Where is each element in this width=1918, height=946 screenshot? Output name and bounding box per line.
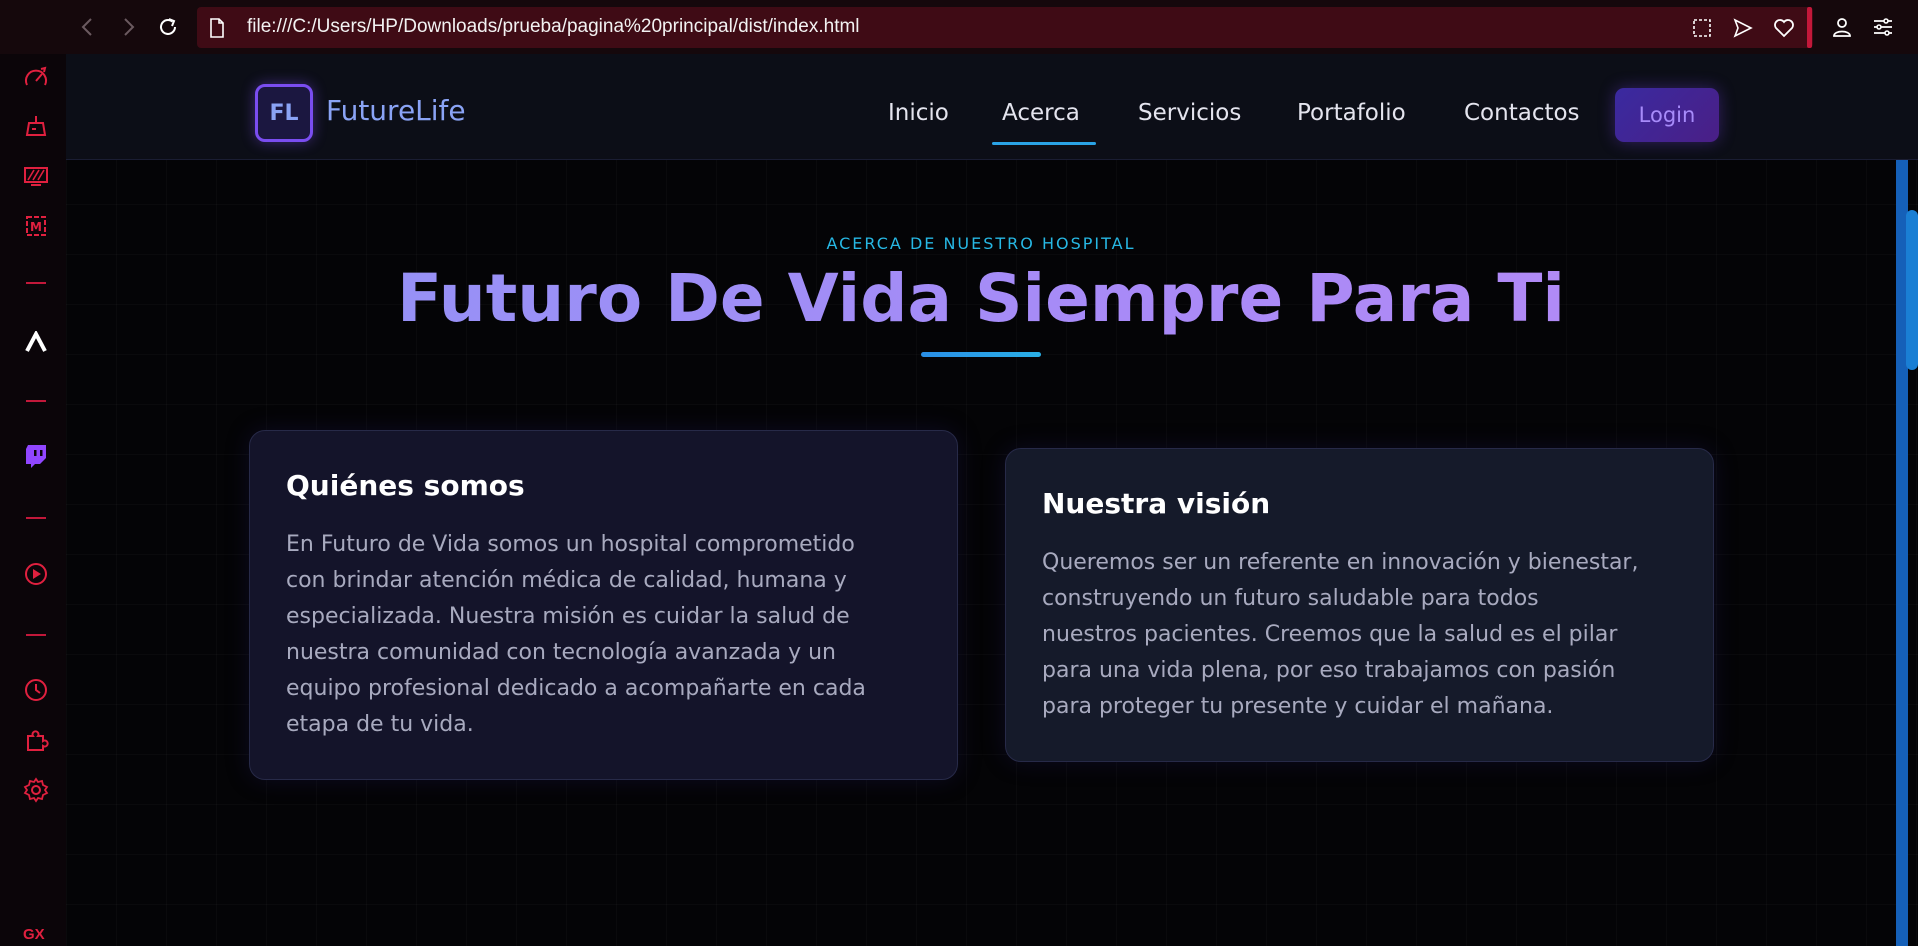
extensions-icon[interactable] bbox=[22, 726, 50, 754]
browser-toolbar: file:///C:/Users/HP/Downloads/prueba/pag… bbox=[0, 0, 1918, 54]
scrollbar-thumb[interactable] bbox=[1906, 210, 1918, 370]
nav-portafolio[interactable]: Portafolio bbox=[1297, 100, 1406, 126]
section-eyebrow: ACERCA DE NUESTRO HOSPITAL bbox=[826, 234, 1136, 253]
send-icon[interactable] bbox=[1732, 17, 1754, 39]
about-card: Quiénes somos En Futuro de Vida somos un… bbox=[249, 430, 958, 780]
page-viewport: FL FutureLife Inicio Acerca Servicios Po… bbox=[66, 54, 1918, 946]
inverted-v-app-icon[interactable] bbox=[22, 328, 50, 356]
logo-initials: FL bbox=[269, 100, 299, 126]
logo-name[interactable]: FutureLife bbox=[326, 94, 466, 127]
heart-icon[interactable] bbox=[1773, 17, 1795, 39]
address-bar-accent bbox=[1807, 7, 1812, 48]
url-text[interactable]: file:///C:/Users/HP/Downloads/prueba/pag… bbox=[247, 16, 860, 38]
sidebar-divider bbox=[26, 517, 46, 519]
easy-setup-icon[interactable] bbox=[1871, 15, 1895, 39]
card-line: En Futuro de Vida somos un hospital comp… bbox=[286, 532, 855, 557]
active-nav-indicator bbox=[992, 142, 1096, 145]
vision-card: Nuestra visión Queremos ser un referente… bbox=[1005, 448, 1714, 762]
reload-icon[interactable] bbox=[155, 14, 181, 40]
cleaner-icon[interactable] bbox=[22, 112, 50, 140]
card-line: nuestros pacientes. Creemos que la salud… bbox=[1042, 622, 1618, 647]
card-line: para una vida plena, por eso trabajamos … bbox=[1042, 658, 1616, 683]
snapshot-icon[interactable] bbox=[1691, 17, 1713, 39]
sidebar-divider bbox=[26, 400, 46, 402]
card-body: En Futuro de Vida somos un hospital comp… bbox=[286, 527, 926, 743]
back-icon[interactable] bbox=[75, 14, 101, 40]
card-line: nuestra comunidad con tecnología avanzad… bbox=[286, 640, 836, 665]
card-line: construyendo un futuro saludable para to… bbox=[1042, 586, 1539, 611]
card-line: especializada. Nuestra misión es cuidar … bbox=[286, 604, 850, 629]
card-line: Queremos ser un referente en innovación … bbox=[1042, 550, 1639, 575]
nav-servicios[interactable]: Servicios bbox=[1138, 100, 1241, 126]
address-bar[interactable]: file:///C:/Users/HP/Downloads/prueba/pag… bbox=[197, 7, 1813, 48]
sidebar-divider bbox=[26, 282, 46, 284]
m-app-icon[interactable]: M bbox=[22, 212, 50, 240]
sidebar-divider bbox=[26, 634, 46, 636]
site-header: FL FutureLife Inicio Acerca Servicios Po… bbox=[66, 54, 1918, 160]
card-title: Nuestra visión bbox=[1042, 487, 1271, 520]
card-body: Queremos ser un referente en innovación … bbox=[1042, 545, 1682, 725]
battery-limiter-icon[interactable] bbox=[22, 162, 50, 190]
browser-sidebar: M GX ... bbox=[0, 54, 66, 946]
forward-icon[interactable] bbox=[115, 14, 141, 40]
svg-text:M: M bbox=[30, 220, 42, 234]
player-icon[interactable] bbox=[22, 560, 50, 588]
title-underline bbox=[921, 352, 1041, 357]
card-line: equipo profesional dedicado a acompañart… bbox=[286, 676, 866, 701]
account-icon[interactable] bbox=[1830, 15, 1854, 39]
card-line: etapa de tu vida. bbox=[286, 712, 474, 737]
card-line: para proteger tu presente y cuidar el ma… bbox=[1042, 694, 1554, 719]
twitch-icon[interactable] bbox=[22, 442, 50, 470]
section-title: Futuro De Vida Siempre Para Ti bbox=[66, 254, 1896, 344]
speed-dial-icon[interactable] bbox=[22, 64, 50, 92]
login-button[interactable]: Login bbox=[1615, 88, 1719, 142]
nav-acerca[interactable]: Acerca bbox=[1002, 100, 1080, 126]
page-icon bbox=[209, 18, 225, 42]
history-icon[interactable] bbox=[22, 676, 50, 704]
card-line: con brindar atención médica de calidad, … bbox=[286, 568, 847, 593]
nav-inicio[interactable]: Inicio bbox=[888, 100, 949, 126]
card-title: Quiénes somos bbox=[286, 469, 525, 502]
site-logo[interactable]: FL bbox=[255, 84, 313, 142]
nav-contactos[interactable]: Contactos bbox=[1464, 100, 1580, 126]
gx-label[interactable]: GX bbox=[23, 926, 45, 943]
settings-icon[interactable] bbox=[22, 776, 50, 804]
